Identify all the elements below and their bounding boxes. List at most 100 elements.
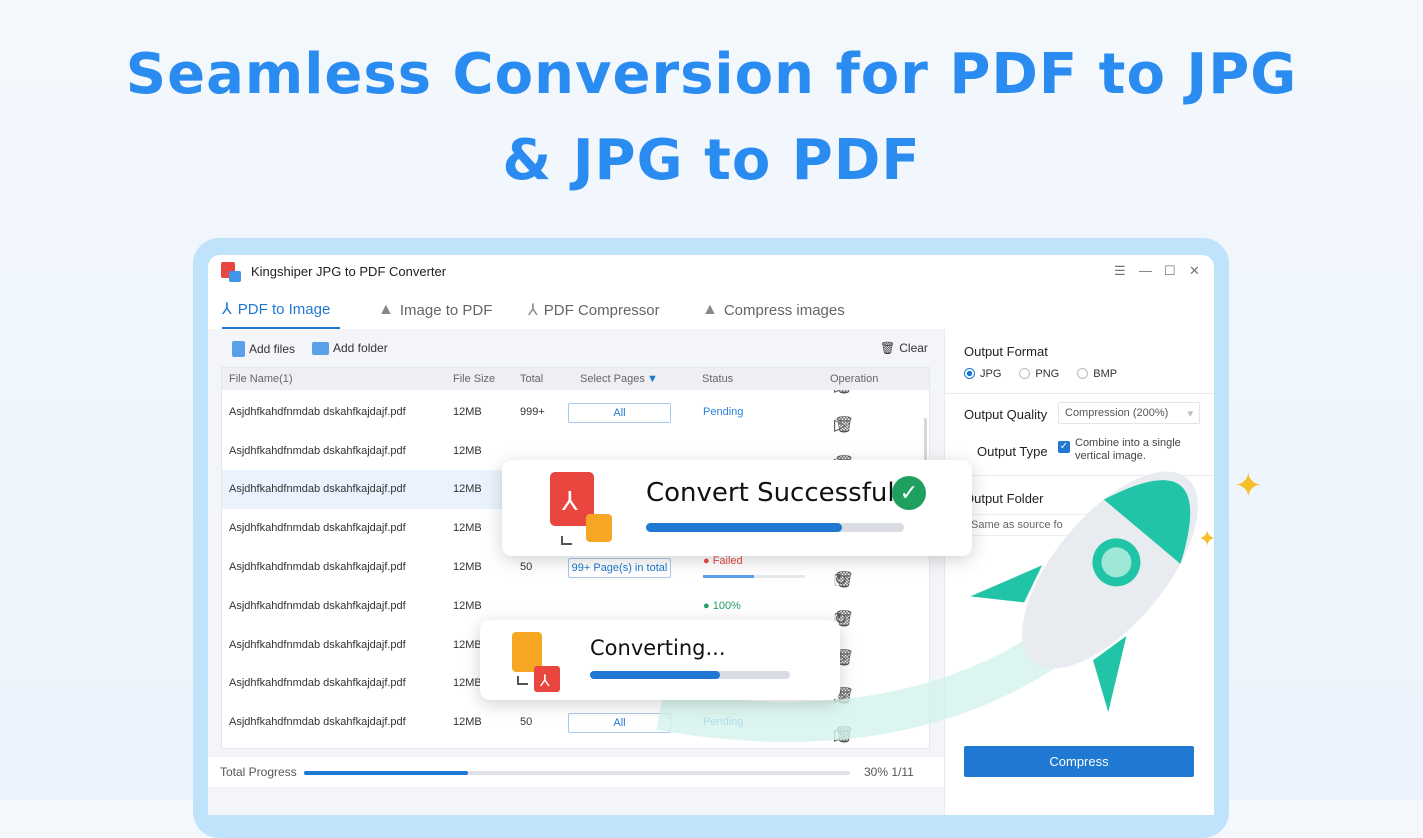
- total-progress-fill: [304, 771, 468, 775]
- check-circle-icon: ✓: [892, 476, 926, 510]
- file-name: Asjdhfkahdfnmdab dskahfkajdajf.pdf: [229, 638, 406, 651]
- tab-compress-images[interactable]: ▲ Compress images: [702, 291, 845, 329]
- radio-jpg[interactable]: JPG: [964, 368, 1001, 380]
- tab-bar: ⅄ PDF to Image ▲ Image to PDF ⅄ PDF Compres…: [208, 291, 1214, 329]
- radio-bmp[interactable]: BMP: [1077, 368, 1117, 380]
- quality-value: Compression (200%): [1065, 407, 1169, 419]
- radio-circle-icon: [964, 368, 975, 379]
- header-operation: Operation: [830, 373, 879, 385]
- file-size: 12MB: [453, 716, 482, 729]
- success-message: Convert Successful: [646, 478, 895, 508]
- file-name: Asjdhfkahdfnmdab dskahfkajdajf.pdf: [229, 677, 406, 690]
- file-size: 12MB: [453, 638, 482, 651]
- converting-message: Converting...: [590, 636, 726, 660]
- converting-progress-fill: [590, 671, 720, 679]
- pdf-to-image-icon: ⅄: [550, 472, 612, 545]
- image-icon: ▲: [702, 301, 718, 318]
- headline-line-2: & JPG to PDF: [502, 128, 921, 193]
- tab-image-to-pdf[interactable]: ▲ Image to PDF: [378, 291, 492, 329]
- image-icon: ▲: [378, 301, 394, 318]
- combine-checkbox[interactable]: ✓: [1058, 441, 1070, 453]
- file-name: Asjdhfkahdfnmdab dskahfkajdajf.pdf: [229, 599, 406, 612]
- tab-pdf-compressor[interactable]: ⅄ PDF Compressor: [528, 291, 660, 329]
- close-icon[interactable]: ✕: [1189, 263, 1200, 279]
- output-quality-label: Output Quality: [964, 407, 1048, 422]
- clear-button[interactable]: 🗑 Clear: [880, 341, 928, 355]
- file-size: 12MB: [453, 522, 482, 535]
- file-size: 12MB: [453, 561, 482, 573]
- table-header: File Name(1) File Size Total Select Page…: [222, 368, 929, 390]
- image-to-pdf-icon: ⅄: [512, 632, 560, 692]
- radio-label: JPG: [980, 367, 1002, 380]
- quality-select[interactable]: Compression (200%) ▾: [1058, 402, 1200, 424]
- radio-label: PNG: [1035, 367, 1060, 380]
- menu-icon[interactable]: ☰: [1114, 263, 1126, 279]
- file-size: 12MB: [453, 483, 482, 496]
- add-files-button[interactable]: Add files: [232, 341, 295, 357]
- toolbar: Add files Add folder 🗑 Clear: [208, 337, 944, 363]
- file-size: 12MB: [453, 677, 482, 690]
- file-name: Asjdhfkahdfnmdab dskahfkajdajf.pdf: [229, 561, 406, 573]
- headline-line-1: Seamless Conversion for PDF to JPG: [125, 42, 1298, 107]
- page-total: 999+: [520, 405, 545, 418]
- converting-popup: ⅄ Converting...: [480, 620, 840, 700]
- success-progress: [646, 523, 904, 532]
- title-bar: Kingshiper JPG to PDF Converter ☰ — ☐ ✕: [208, 255, 1214, 287]
- radio-png[interactable]: PNG: [1019, 368, 1059, 380]
- chevron-down-icon: ▾: [1187, 408, 1193, 420]
- tab-pdf-to-image[interactable]: ⅄ PDF to Image: [222, 291, 340, 329]
- add-folder-icon: [312, 341, 329, 355]
- total-progress-track: [304, 771, 850, 775]
- file-name: Asjdhfkahdfnmdab dskahfkajdajf.pdf: [229, 522, 406, 535]
- header-file-name: File Name(1): [229, 373, 293, 385]
- page-total: 50: [520, 716, 533, 729]
- file-name: Asjdhfkahdfnmdab dskahfkajdajf.pdf: [229, 483, 406, 496]
- file-name: Asjdhfkahdfnmdab dskahfkajdajf.pdf: [229, 716, 406, 729]
- tab-label: PDF to Image: [237, 300, 331, 318]
- file-size: 12MB: [453, 405, 482, 418]
- radio-circle-icon: [1077, 368, 1089, 379]
- total-progress-value: 30% 1/11: [864, 765, 914, 779]
- app-title: Kingshiper JPG to PDF Converter: [251, 264, 447, 279]
- file-name: Asjdhfkahdfnmdab dskahfkajdajf.pdf: [229, 444, 406, 457]
- sparkle-icon: ✦: [1234, 467, 1263, 505]
- file-size: 12MB: [453, 599, 482, 612]
- minimize-icon[interactable]: —: [1139, 263, 1152, 278]
- add-folder-button[interactable]: Add folder: [312, 341, 388, 355]
- pdf-icon: ⅄: [528, 302, 538, 319]
- maximize-icon[interactable]: ☐: [1164, 263, 1176, 279]
- tab-label: PDF Compressor: [543, 301, 660, 319]
- total-progress-label: Total Progress: [220, 765, 297, 779]
- total-progress-bar: Total Progress 30% 1/11: [208, 757, 944, 787]
- select-pages-button[interactable]: All: [568, 402, 671, 423]
- tab-label: Compress images: [723, 301, 845, 319]
- radio-circle-icon: [1019, 368, 1031, 379]
- add-file-icon: [232, 341, 245, 357]
- header-file-size: File Size: [453, 373, 496, 385]
- output-type-label: Output Type: [977, 444, 1048, 459]
- svg-text:⅄: ⅄: [561, 487, 578, 517]
- header-total: Total: [520, 373, 544, 385]
- trash-icon: 🗑: [880, 341, 896, 355]
- tab-label: Image to PDF: [399, 301, 493, 319]
- output-format-section: Output Format JPG PNG BMP: [945, 329, 1214, 394]
- success-progress-fill: [646, 523, 843, 532]
- table-row[interactable]: Asjdhfkahdfnmdab dskahfkajdajf.pdf 12MB …: [222, 393, 929, 435]
- svg-text:⅄: ⅄: [539, 671, 550, 690]
- select-pages-dropdown-icon[interactable]: ▼: [647, 373, 658, 385]
- file-name: Asjdhfkahdfnmdab dskahfkajdajf.pdf: [229, 405, 406, 418]
- app-logo-icon: [221, 262, 241, 282]
- output-format-label: Output Format: [964, 344, 1048, 359]
- clear-label: Clear: [899, 341, 928, 355]
- radio-label: BMP: [1093, 367, 1118, 380]
- header-status: Status: [702, 373, 734, 385]
- page-total: 50: [520, 561, 533, 573]
- converting-progress: [590, 671, 790, 679]
- add-folder-label: Add folder: [333, 341, 388, 355]
- file-size: 12MB: [453, 444, 482, 457]
- pdf-icon: ⅄: [222, 301, 232, 318]
- sparkle-icon: ✦: [1198, 526, 1217, 551]
- header-select-pages: Select Pages: [580, 373, 645, 385]
- convert-success-popup: ⅄ Convert Successful ✓: [502, 460, 972, 556]
- add-files-label: Add files: [249, 342, 296, 356]
